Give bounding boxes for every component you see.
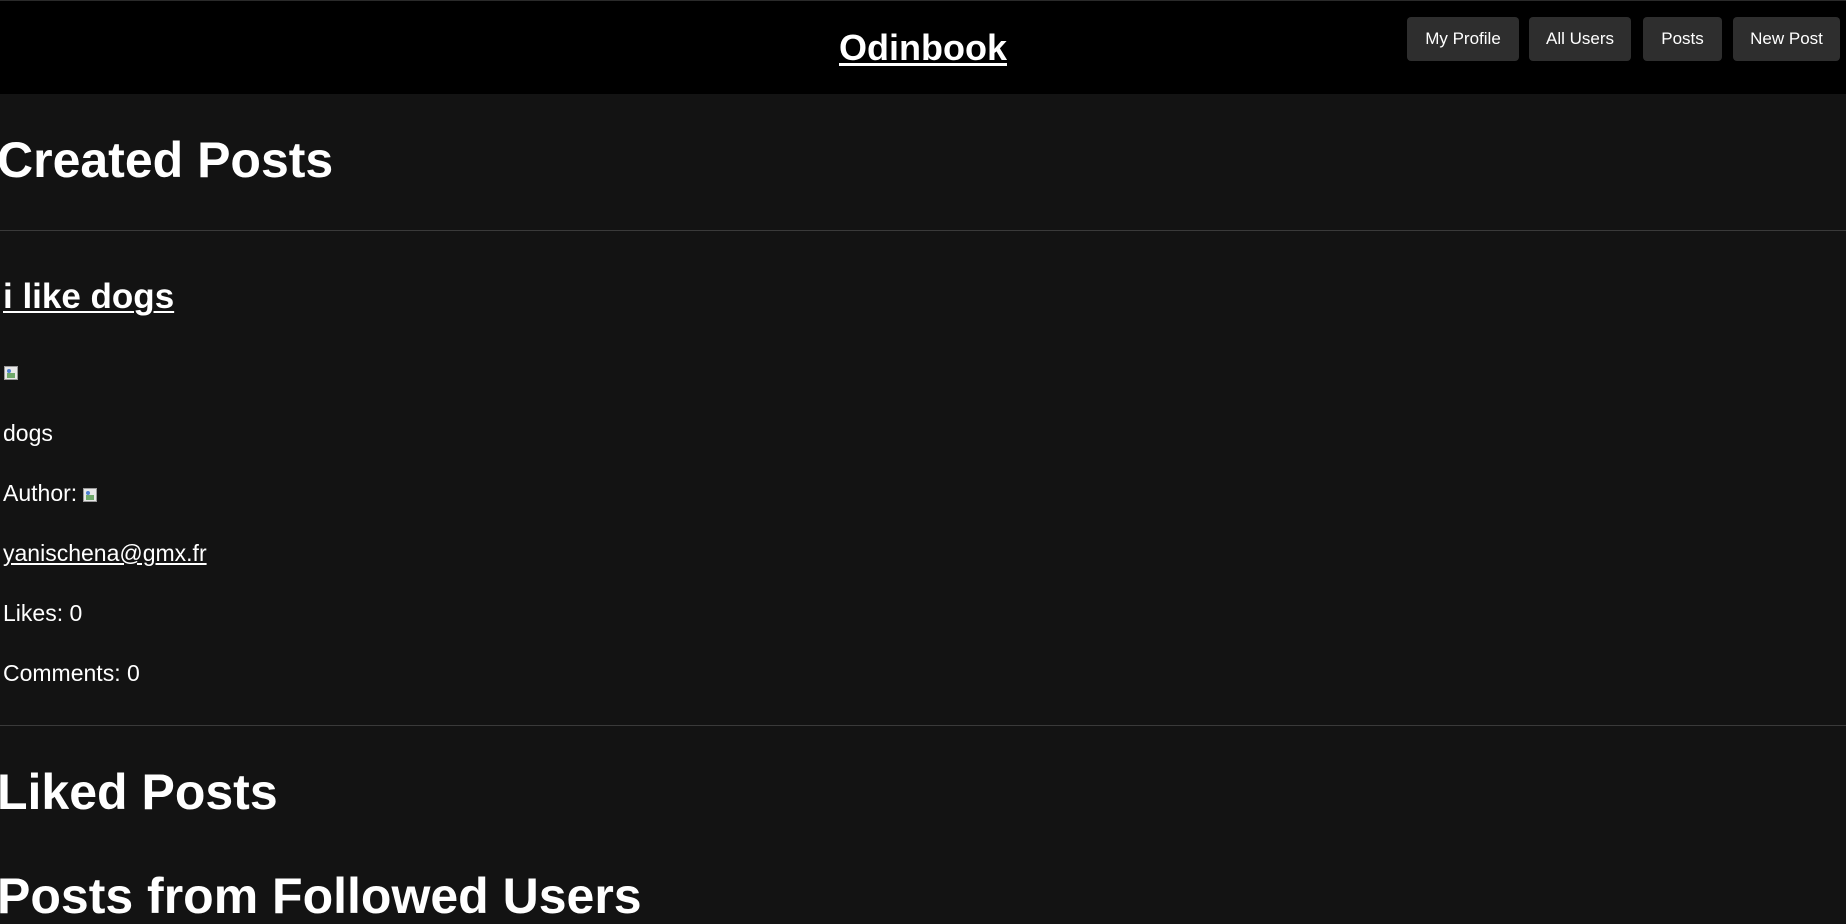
author-email-link[interactable]: yanischena@gmx.fr (3, 540, 207, 566)
post-comments-count: Comments: 0 (3, 660, 140, 686)
post-body: dogs (3, 420, 53, 446)
author-email: yanischena@gmx.fr (3, 539, 207, 567)
new-post-button[interactable]: New Post (1733, 17, 1840, 61)
top-navbar: Odinbook My Profile All Users Posts New … (0, 0, 1846, 94)
liked-posts-heading: Liked Posts (0, 764, 278, 820)
broken-image-icon (4, 366, 18, 380)
author-label: Author: (3, 480, 78, 506)
my-profile-button[interactable]: My Profile (1407, 17, 1519, 61)
divider (0, 230, 1846, 231)
post-title-link[interactable]: i like dogs (3, 277, 174, 316)
posts-button[interactable]: Posts (1643, 17, 1722, 61)
created-posts-heading: Created Posts (0, 132, 334, 188)
followed-posts-heading: Posts from Followed Users (0, 868, 642, 924)
divider (0, 725, 1846, 726)
post-likes-count: Likes: 0 (3, 600, 83, 626)
post-author: Author: (3, 479, 98, 507)
all-users-button[interactable]: All Users (1529, 17, 1631, 61)
author-avatar-broken-image-icon (83, 488, 98, 502)
brand-link[interactable]: Odinbook (839, 27, 1007, 68)
post-title: i like dogs (3, 277, 174, 317)
